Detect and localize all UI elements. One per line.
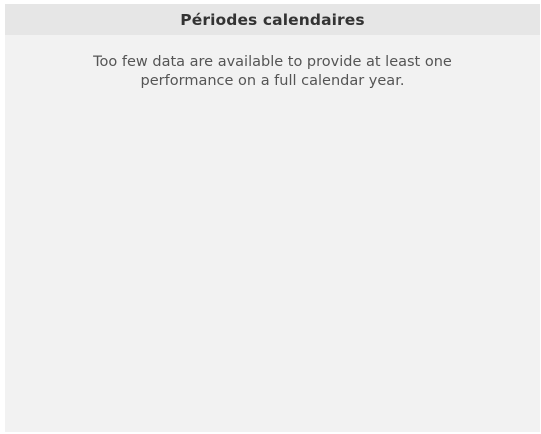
panel-header: Périodes calendaires [5,4,540,35]
calendar-periods-panel: Périodes calendaires Too few data are av… [5,4,540,432]
insufficient-data-message: Too few data are available to provide at… [93,54,452,89]
panel-title: Périodes calendaires [180,10,365,29]
panel-body: Too few data are available to provide at… [5,35,540,432]
